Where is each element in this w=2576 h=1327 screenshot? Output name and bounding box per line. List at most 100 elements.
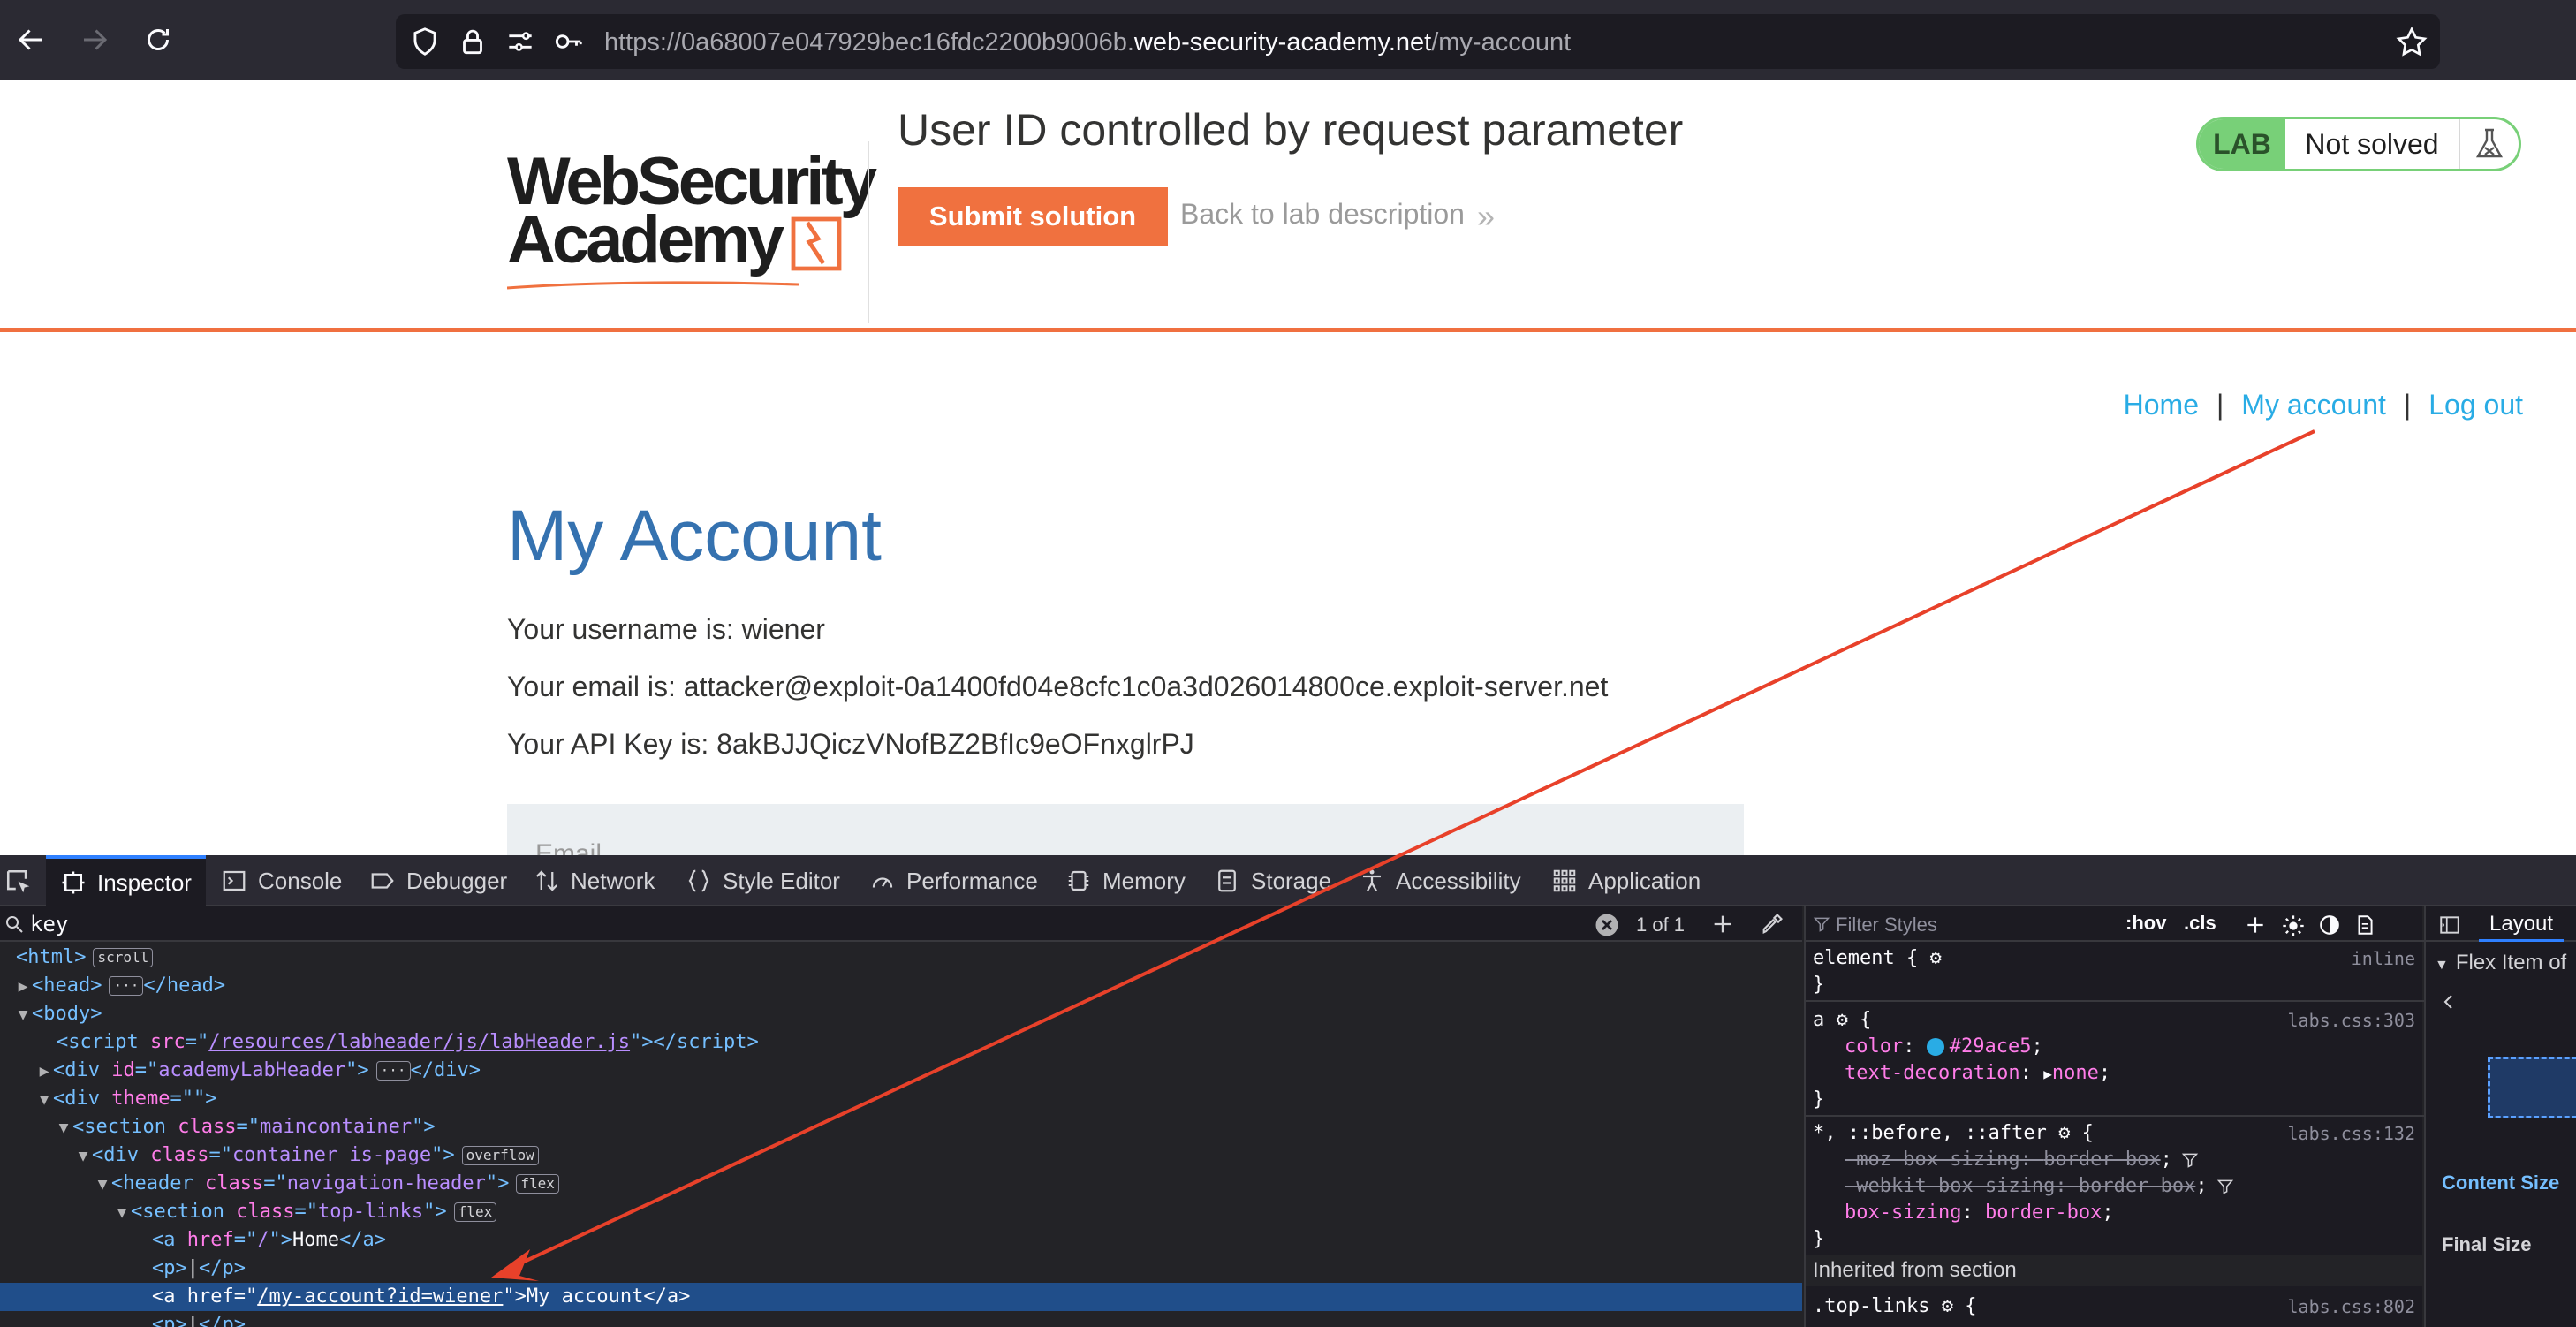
color-swatch[interactable] xyxy=(1926,1038,1944,1056)
dom-node-lab-header-div[interactable]: ▶ <div id="academyLabHeader"> ··· </div> xyxy=(0,1057,1802,1085)
dom-node-next[interactable]: <p>|</p> xyxy=(0,1311,1802,1327)
lab-header: WebSecurity Academy User ID controlled b… xyxy=(0,80,2576,332)
log-out-link[interactable]: Log out xyxy=(2428,389,2523,421)
gear-icon[interactable]: ⚙ xyxy=(1837,1009,1848,1031)
tab-inspector[interactable]: Inspector xyxy=(46,855,206,906)
my-account-href-value[interactable]: /my-account?id=wiener xyxy=(257,1285,503,1308)
tab-storage[interactable]: Storage xyxy=(1214,855,1331,906)
flex-item-box-outline xyxy=(2488,1057,2576,1118)
rule-top-links[interactable]: .top-links ⚙ {labs.css:802 xyxy=(1806,1293,2424,1320)
filter-icon[interactable] xyxy=(2216,1178,2234,1195)
tab-memory[interactable]: Memory xyxy=(1065,855,1186,906)
collapsed-ellipsis[interactable]: ··· xyxy=(109,976,144,996)
tab-network[interactable]: Network xyxy=(534,855,655,906)
dom-node-container[interactable]: ▼ <div class="container is-page"> overflow xyxy=(0,1141,1802,1170)
html-search-input[interactable]: key xyxy=(30,912,68,936)
html-search-bar[interactable]: key 1 of 1 xyxy=(0,906,1802,942)
reload-icon[interactable] xyxy=(140,21,177,58)
toggle-sidebar-icon[interactable] xyxy=(2438,914,2461,936)
prop-name: -webkit-box-sizing xyxy=(1845,1175,2056,1197)
home-link[interactable]: Home xyxy=(2124,389,2199,421)
prop-value: none xyxy=(2051,1062,2099,1084)
tab-style-editor[interactable]: Style Editor xyxy=(686,855,840,906)
tab-debugger[interactable]: Debugger xyxy=(369,855,507,906)
decl-text-decoration[interactable]: text-decoration: ▶none; xyxy=(1806,1060,2424,1087)
decl-color[interactable]: color: #29ace5; xyxy=(1806,1034,2424,1060)
light-scheme-icon[interactable] xyxy=(2281,914,2306,938)
dom-node-maincontainer[interactable]: ▼ <section class="maincontainer"> xyxy=(0,1113,1802,1141)
tab-performance[interactable]: Performance xyxy=(869,855,1038,906)
lock-icon[interactable] xyxy=(456,25,489,58)
logo-bolt-icon xyxy=(791,216,842,271)
gear-icon[interactable]: ⚙ xyxy=(1929,947,1941,969)
dom-node-navigation-header[interactable]: ▼ <header class="navigation-header"> flex xyxy=(0,1170,1802,1198)
flex-item-header[interactable]: ▼ Flex Item of xyxy=(2435,951,2566,975)
script-src-value[interactable]: /resources/labheader/js/labHeader.js xyxy=(208,1031,630,1053)
rule-element[interactable]: element { ⚙ inline xyxy=(1806,945,2424,972)
back-to-lab-description-link[interactable]: Back to lab description xyxy=(1180,198,1465,231)
tab-inspector-label: Inspector xyxy=(97,868,192,896)
shield-icon[interactable] xyxy=(408,25,442,58)
dom-node-separator-p[interactable]: <p>|</p> xyxy=(0,1255,1802,1283)
tab-layout[interactable]: Layout xyxy=(2479,906,2565,942)
dom-node-my-account-link[interactable]: <a href="/my-account?id=wiener">My accou… xyxy=(0,1283,1802,1311)
overflow-badge[interactable]: overflow xyxy=(461,1146,539,1165)
tab-accessibility[interactable]: Accessibility xyxy=(1359,855,1521,906)
flask-icon xyxy=(2459,119,2519,169)
decl-moz-box-sizing[interactable]: -moz-box-sizing: border-box; xyxy=(1806,1147,2424,1173)
my-account-link[interactable]: My account xyxy=(2241,389,2386,421)
bookmark-star-icon[interactable] xyxy=(2394,25,2429,60)
gear-icon[interactable]: ⚙ xyxy=(2058,1122,2070,1144)
rule-universal[interactable]: *, ::before, ::after ⚙ {labs.css:132 xyxy=(1806,1120,2424,1147)
double-chevron-right-icon[interactable]: » xyxy=(1477,198,1495,235)
dom-node-theme-div[interactable]: ▼ <div theme=""> xyxy=(0,1085,1802,1113)
eyedropper-icon[interactable] xyxy=(1760,912,1784,936)
search-icon xyxy=(6,916,23,933)
tab-console[interactable]: Console xyxy=(221,855,342,906)
rule-a[interactable]: a ⚙ {labs.css:303 xyxy=(1806,1007,2424,1034)
gear-icon[interactable]: ⚙ xyxy=(1942,1295,1953,1317)
key-icon[interactable] xyxy=(551,25,585,58)
tab-application[interactable]: Application xyxy=(1551,855,1701,906)
clear-search-icon[interactable] xyxy=(1594,912,1620,938)
print-media-icon[interactable] xyxy=(2353,914,2376,936)
filter-icon[interactable] xyxy=(2181,1151,2199,1169)
decl-box-sizing[interactable]: box-sizing: border-box; xyxy=(1806,1200,2424,1226)
back-icon[interactable] xyxy=(12,21,49,58)
collapsed-ellipsis[interactable]: ··· xyxy=(375,1061,411,1081)
rule-source-link[interactable]: labs.css:802 xyxy=(2288,1293,2416,1320)
rule-source-link[interactable]: labs.css:303 xyxy=(2288,1007,2416,1034)
email-text: Your email is: attacker@exploit-0a1400fd… xyxy=(507,671,1609,702)
url-bar[interactable]: https://0a68007e047929bec16fdc2200b9006b… xyxy=(396,14,2440,69)
dom-node-top-links[interactable]: ▼ <section class="top-links"> flex xyxy=(0,1198,1802,1226)
web-security-academy-logo[interactable]: WebSecurity Academy xyxy=(507,113,877,325)
dom-node-html[interactable]: <html> scroll xyxy=(0,944,1802,972)
decl-webkit-box-sizing[interactable]: -webkit-box-sizing: border-box; xyxy=(1806,1173,2424,1200)
forward-icon[interactable] xyxy=(76,21,113,58)
scroll-badge[interactable]: scroll xyxy=(93,948,154,967)
dom-node-script[interactable]: <script src="/resources/labheader/js/lab… xyxy=(0,1028,1802,1057)
permissions-icon[interactable] xyxy=(504,25,537,58)
chevron-left-icon[interactable] xyxy=(2438,991,2459,1012)
add-node-icon[interactable] xyxy=(1710,912,1735,936)
network-icon xyxy=(535,870,558,891)
dark-scheme-icon[interactable] xyxy=(2318,914,2341,936)
tag-name: html xyxy=(27,946,75,968)
flex-badge[interactable]: flex xyxy=(516,1174,559,1194)
dom-node-body[interactable]: ▼ <body> xyxy=(0,1000,1802,1028)
node-text: | xyxy=(186,1314,199,1327)
flex-badge[interactable]: flex xyxy=(453,1202,497,1222)
search-result-count: 1 of 1 xyxy=(1636,914,1686,936)
rules-toolbar: Filter Styles :hov .cls xyxy=(1806,906,2424,942)
dom-node-home-link[interactable]: <a href="/">Home</a> xyxy=(0,1226,1802,1255)
add-rule-icon[interactable] xyxy=(2244,914,2267,936)
rule-source-link[interactable]: labs.css:132 xyxy=(2288,1120,2416,1147)
element-picker-icon[interactable] xyxy=(4,868,35,898)
dom-node-head[interactable]: ▶ <head> ··· </head> xyxy=(0,972,1802,1000)
filter-styles-input[interactable]: Filter Styles xyxy=(1836,914,1937,936)
hover-toggle[interactable]: :hov xyxy=(2125,912,2166,935)
url-text[interactable]: https://0a68007e047929bec16fdc2200b9006b… xyxy=(604,28,1571,57)
email-form-box[interactable]: Email xyxy=(507,804,1744,868)
submit-solution-button[interactable]: Submit solution xyxy=(898,187,1168,246)
class-toggle[interactable]: .cls xyxy=(2184,912,2216,935)
